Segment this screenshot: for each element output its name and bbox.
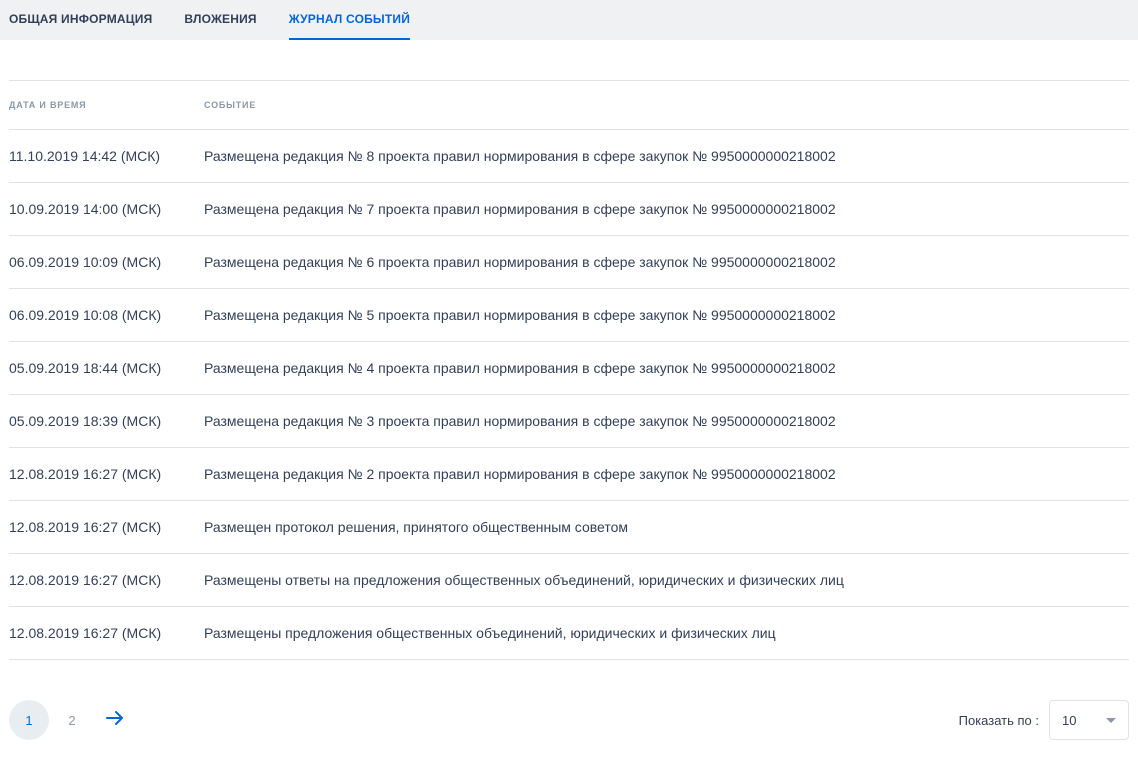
table-row: 12.08.2019 16:27 (МСК) Размещены предложе… xyxy=(9,607,1129,660)
event-datetime: 12.08.2019 16:27 (МСК) xyxy=(9,466,162,482)
page-size-label: Показать по : xyxy=(958,712,1039,728)
event-description: Размещена редакция № 5 проекта правил но… xyxy=(204,307,836,323)
table-row: 12.08.2019 16:27 (МСК) Размещена редакция… xyxy=(9,448,1129,501)
event-datetime: 06.09.2019 10:09 (МСК) xyxy=(9,254,162,270)
table-row: 12.08.2019 16:27 (МСК) Размещен протокол … xyxy=(9,501,1129,554)
event-description: Размещены предложения общественных объед… xyxy=(204,625,776,641)
table-row: 06.09.2019 10:08 (МСК) Размещена редакция… xyxy=(9,289,1129,342)
table-row: 12.08.2019 16:27 (МСК) Размещены ответы н… xyxy=(9,554,1129,607)
event-datetime: 05.09.2019 18:39 (МСК) xyxy=(9,413,162,429)
page-size-value: 10 xyxy=(1062,712,1077,728)
event-datetime: 12.08.2019 16:27 (МСК) xyxy=(9,625,162,641)
column-header-event: СОБЫТИЕ xyxy=(204,100,257,110)
event-datetime: 11.10.2019 14:42 (МСК) xyxy=(9,148,161,164)
event-description: Размещен протокол решения, принятого общ… xyxy=(204,519,629,535)
event-datetime: 05.09.2019 18:44 (МСК) xyxy=(9,360,162,376)
event-description: Размещена редакция № 3 проекта правил но… xyxy=(204,413,836,429)
next-page-button[interactable] xyxy=(95,700,135,740)
table-header-row: ДАТА И ВРЕМЯ СОБЫТИЕ xyxy=(9,81,1129,130)
column-header-datetime: ДАТА И ВРЕМЯ xyxy=(9,100,87,110)
page-2-button[interactable]: 2 xyxy=(52,700,92,740)
tab-bar: ОБЩАЯ ИНФОРМАЦИЯ ВЛОЖЕНИЯ ЖУРНАЛ СОБЫТИЙ xyxy=(0,0,1138,40)
event-description: Размещена редакция № 7 проекта правил но… xyxy=(204,201,836,217)
chevron-down-icon xyxy=(1106,717,1116,723)
event-description: Размещены ответы на предложения обществе… xyxy=(204,572,844,588)
event-datetime: 12.08.2019 16:27 (МСК) xyxy=(9,519,162,535)
tab-event-log[interactable]: ЖУРНАЛ СОБЫТИЙ xyxy=(288,0,411,40)
pagination: 1 2 xyxy=(9,700,135,740)
event-description: Размещена редакция № 6 проекта правил но… xyxy=(204,254,836,270)
event-datetime: 06.09.2019 10:08 (МСК) xyxy=(9,307,162,323)
event-description: Размещена редакция № 8 проекта правил но… xyxy=(204,148,836,164)
event-log-table: ДАТА И ВРЕМЯ СОБЫТИЕ 11.10.2019 14:42 (М… xyxy=(9,80,1129,660)
table-row: 11.10.2019 14:42 (МСК) Размещена редакция… xyxy=(9,130,1129,183)
tab-attachments[interactable]: ВЛОЖЕНИЯ xyxy=(184,0,256,40)
event-description: Размещена редакция № 2 проекта правил но… xyxy=(204,466,836,482)
event-datetime: 12.08.2019 16:27 (МСК) xyxy=(9,572,162,588)
event-description: Размещена редакция № 4 проекта правил но… xyxy=(204,360,836,376)
page-size-select[interactable]: 10 xyxy=(1049,700,1129,740)
table-row: 10.09.2019 14:00 (МСК) Размещена редакция… xyxy=(9,183,1129,236)
arrow-right-icon xyxy=(106,710,124,731)
table-row: 05.09.2019 18:39 (МСК) Размещена редакция… xyxy=(9,395,1129,448)
table-row: 05.09.2019 18:44 (МСК) Размещена редакция… xyxy=(9,342,1129,395)
event-datetime: 10.09.2019 14:00 (МСК) xyxy=(9,201,162,217)
tab-general-info[interactable]: ОБЩАЯ ИНФОРМАЦИЯ xyxy=(9,0,152,40)
page-size-control: Показать по : 10 xyxy=(959,700,1129,740)
table-row: 06.09.2019 10:09 (МСК) Размещена редакция… xyxy=(9,236,1129,289)
page-1-button[interactable]: 1 xyxy=(9,700,49,740)
